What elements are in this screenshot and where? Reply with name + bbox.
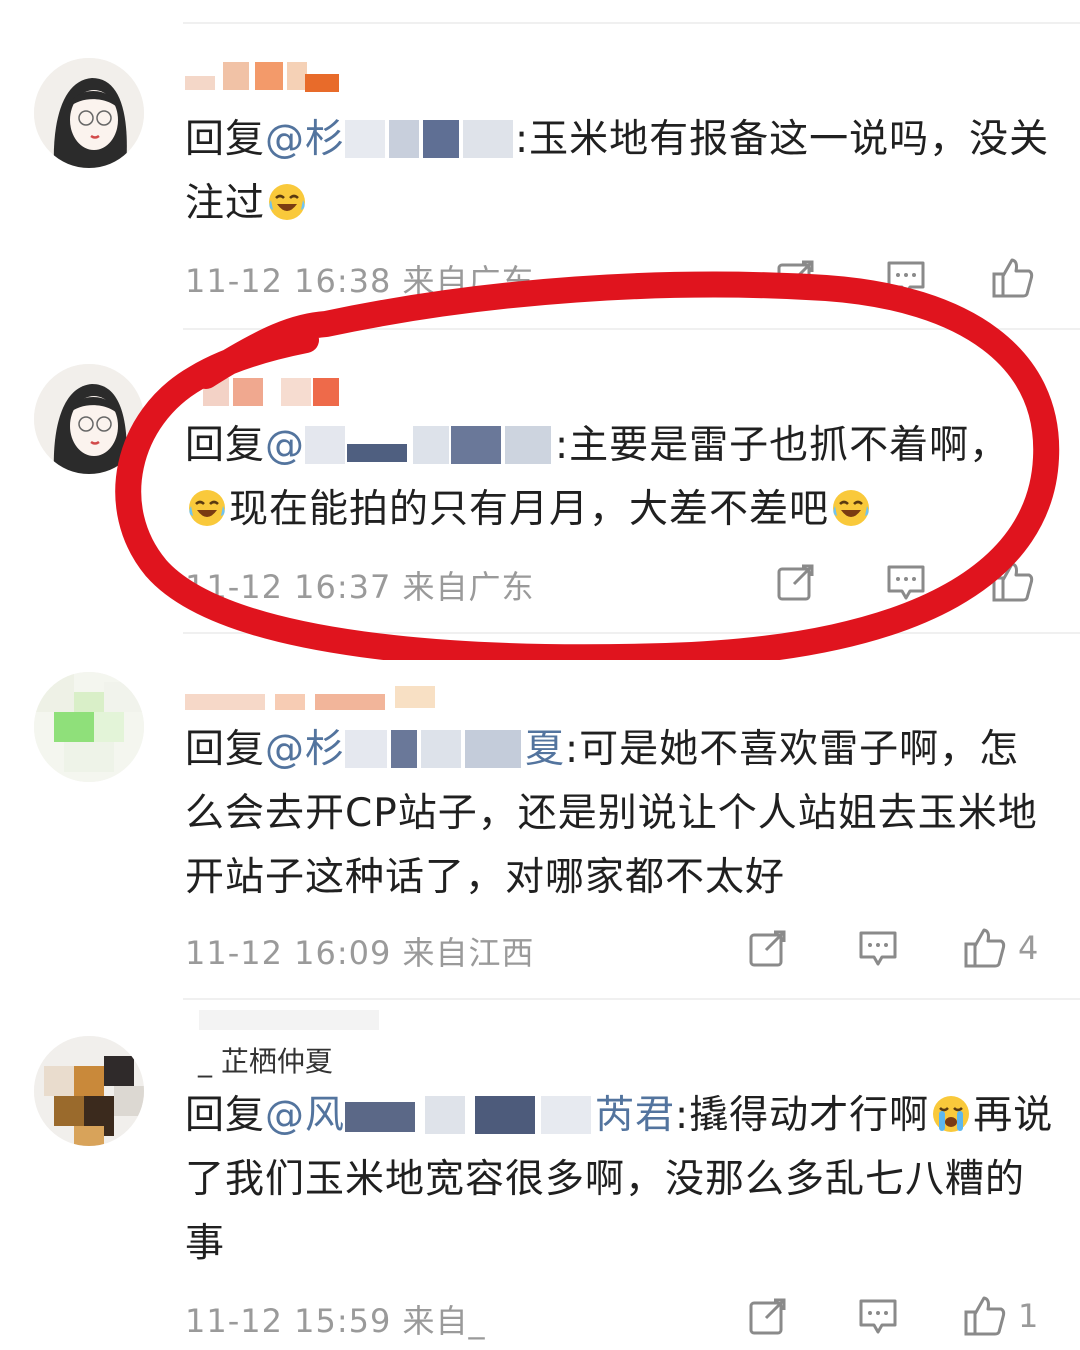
mention-pixelated — [345, 726, 525, 770]
reply-button[interactable] — [884, 254, 928, 302]
comment-actions — [710, 558, 1040, 608]
share-button[interactable] — [774, 254, 818, 302]
avatar[interactable] — [34, 364, 144, 474]
mention-pixelated — [345, 1092, 595, 1136]
avatar-pixelated[interactable] — [34, 672, 144, 782]
like-count: 1 — [1018, 1297, 1039, 1335]
reply-button[interactable] — [884, 558, 928, 606]
share-icon — [749, 930, 786, 967]
username-pixelated[interactable] — [185, 62, 345, 92]
like-icon — [964, 1296, 1006, 1336]
timestamp: 11-12 16:09 — [185, 934, 392, 972]
comment-actions: 1 — [710, 1292, 1040, 1342]
share-icon — [749, 1298, 786, 1335]
like-icon — [964, 928, 1006, 968]
like-button[interactable] — [990, 558, 1036, 606]
reply-prefix: 回复 — [185, 117, 266, 162]
comment-text: 回复@风 芮君:撬得动才行啊 再说了我们玉米地宽容很多啊，没那么多乱七八糟的事 — [185, 1084, 1055, 1276]
avatar[interactable] — [34, 58, 144, 168]
like-icon — [992, 258, 1034, 298]
username[interactable]: _ 芷栖仲夏 — [198, 1040, 333, 1080]
comment-text: 回复@:主要是雷子也抓不着啊， 现在能拍的只有月月，大差不差吧 — [185, 414, 1055, 542]
comment-body-line1: :主要是雷子也抓不着啊， — [555, 423, 1010, 468]
share-button[interactable] — [746, 1292, 790, 1340]
like-button[interactable] — [990, 254, 1036, 302]
reply-button[interactable] — [856, 924, 900, 972]
reply-prefix: 回复 — [185, 1093, 266, 1138]
comment-icon — [887, 261, 925, 296]
divider — [183, 632, 1080, 634]
comment-body-a: :撬得动才行啊 — [675, 1093, 930, 1138]
comment-meta: 11-12 15:59 来自_ — [185, 1296, 486, 1342]
mention-pixelated — [345, 116, 515, 160]
mention-link[interactable]: @杉 — [265, 117, 515, 162]
comment-actions: 4 — [710, 924, 1040, 974]
location: 来自_ — [402, 1302, 486, 1340]
comment-icon — [887, 565, 925, 600]
comment-meta: 11-12 16:37 来自广东 — [185, 562, 535, 608]
reply-button[interactable] — [856, 1292, 900, 1340]
location: 来自广东 — [402, 262, 535, 300]
comment-icon — [859, 931, 897, 966]
like-button[interactable]: 4 — [962, 924, 1038, 972]
comment-actions — [710, 254, 1040, 304]
comment-body: 现在能拍的只有月月，大差不差吧 — [229, 487, 830, 532]
comment-text: 回复@杉:玉米地有报备这一说吗，没关注过 — [185, 108, 1055, 236]
mention-link[interactable]: @杉夏 — [265, 727, 565, 772]
comment-meta: 11-12 16:38 来自广东 — [185, 256, 535, 302]
username-pixelated[interactable] — [185, 1010, 385, 1040]
like-button[interactable]: 1 — [962, 1292, 1038, 1340]
share-button[interactable] — [746, 924, 790, 972]
timestamp: 11-12 15:59 — [185, 1302, 392, 1340]
laugh-cry-emoji — [187, 484, 227, 526]
laugh-cry-emoji — [267, 178, 307, 220]
timestamp: 11-12 16:38 — [185, 262, 392, 300]
location: 来自江西 — [402, 934, 535, 972]
comment-text: 回复@杉 夏:可是她不喜欢雷子啊，怎么会去开CP站子，还是别说让个人站姐去玉米地开… — [185, 718, 1055, 910]
mention-link[interactable]: @风 芮君 — [265, 1093, 675, 1138]
timestamp: 11-12 16:37 — [185, 568, 392, 606]
mention-link[interactable]: @ — [265, 423, 555, 468]
mention-pixelated — [305, 422, 555, 466]
reply-prefix: 回复 — [185, 423, 266, 468]
share-icon — [777, 564, 814, 601]
comment-icon — [859, 1299, 897, 1334]
share-button[interactable] — [774, 558, 818, 606]
avatar-pixelated[interactable] — [34, 1036, 144, 1146]
crying-emoji — [931, 1090, 971, 1132]
comment-meta: 11-12 16:09 来自江西 — [185, 928, 535, 974]
like-count: 4 — [1018, 929, 1039, 967]
laugh-cry-emoji — [831, 484, 871, 526]
username-pixelated[interactable] — [185, 682, 455, 712]
like-icon — [992, 562, 1034, 602]
divider — [183, 998, 1080, 1000]
username-pixelated[interactable] — [185, 378, 345, 408]
share-icon — [777, 260, 814, 297]
divider — [183, 328, 1080, 330]
location: 来自广东 — [402, 568, 535, 606]
reply-prefix: 回复 — [185, 727, 266, 772]
divider-top — [183, 22, 1080, 24]
